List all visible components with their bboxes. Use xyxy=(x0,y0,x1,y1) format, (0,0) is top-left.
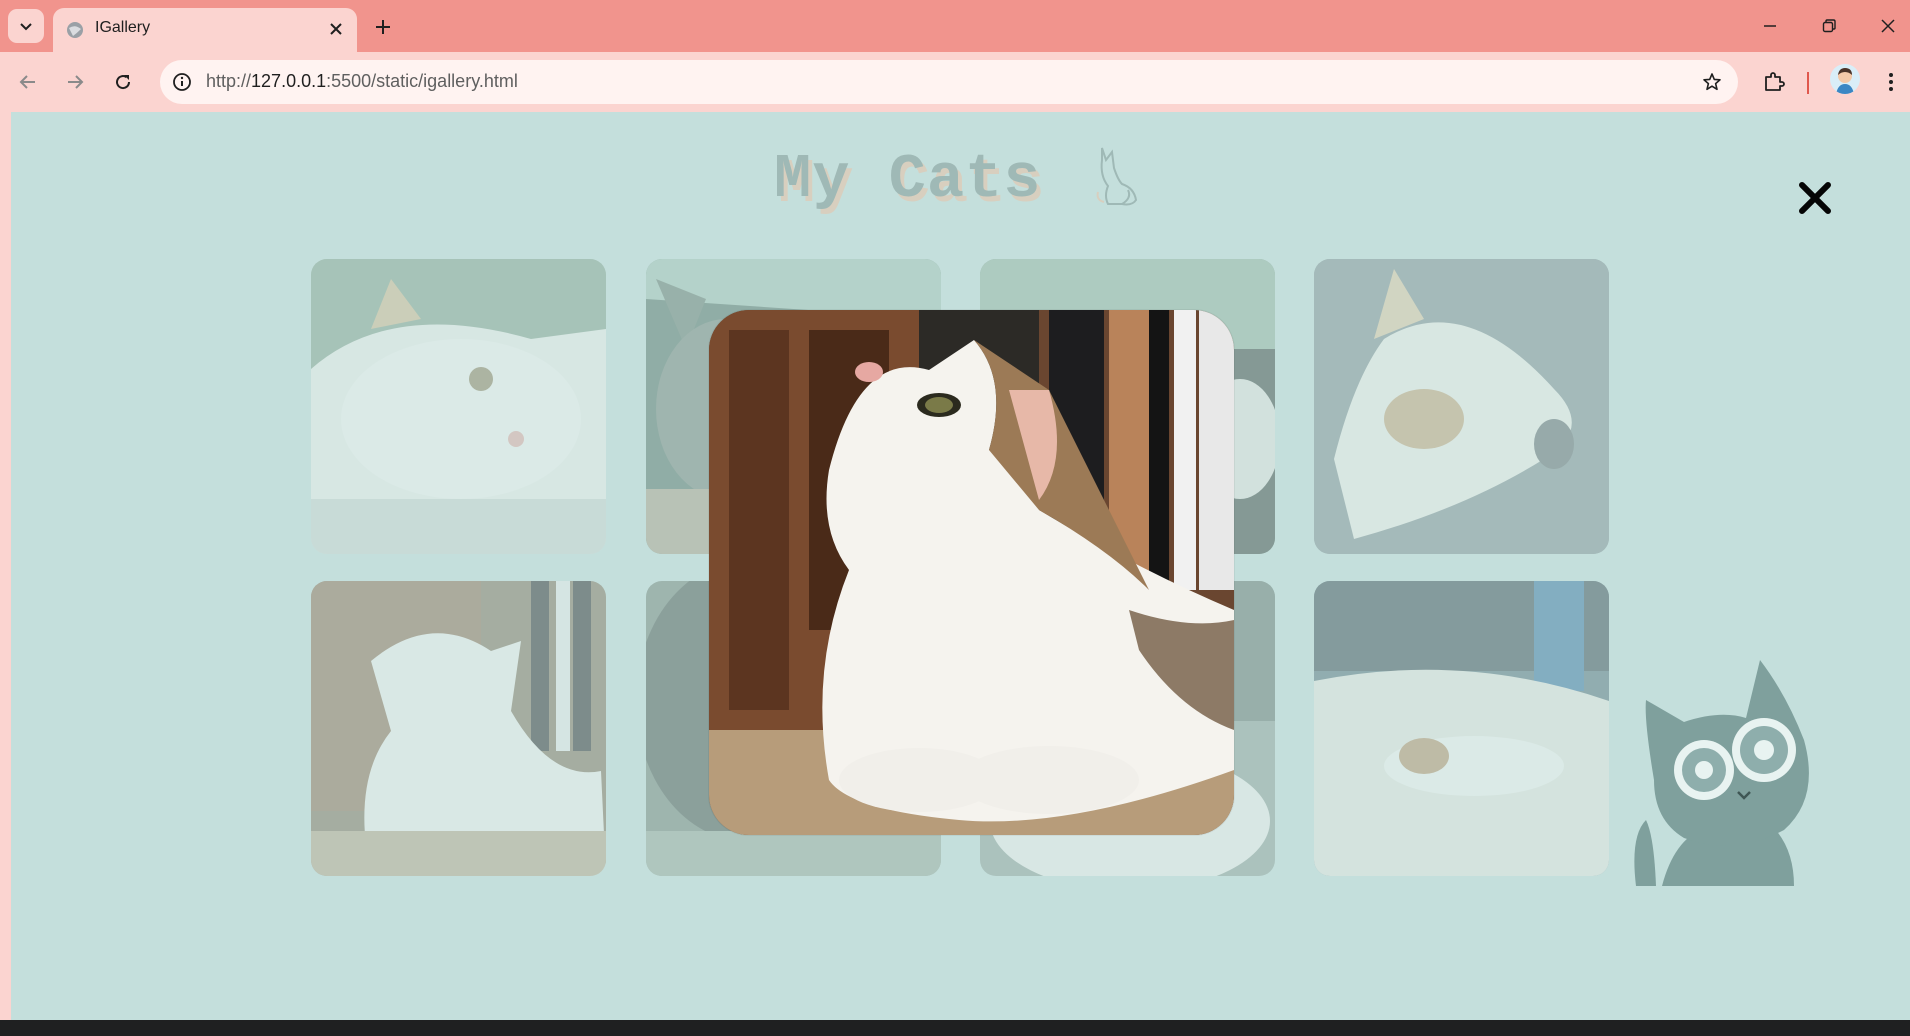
back-button[interactable] xyxy=(10,64,46,100)
bookmark-button[interactable] xyxy=(1698,68,1726,96)
cat-photo-image xyxy=(1314,259,1609,554)
cat-photo-image xyxy=(311,581,606,876)
plus-icon xyxy=(376,20,390,34)
url-host: 127.0.0.1 xyxy=(251,71,327,91)
address-bar[interactable]: http://127.0.0.1:5500/static/igallery.ht… xyxy=(160,60,1738,104)
chevron-down-icon xyxy=(20,23,32,31)
close-icon xyxy=(330,23,342,35)
arrow-left-icon xyxy=(19,75,35,89)
close-icon xyxy=(1881,19,1895,33)
gallery-photo[interactable] xyxy=(311,259,606,554)
tab-close-button[interactable] xyxy=(325,18,347,40)
minimize-button[interactable] xyxy=(1748,8,1792,44)
gallery-photo[interactable] xyxy=(311,581,606,876)
new-tab-button[interactable] xyxy=(368,12,398,42)
gallery-photo[interactable] xyxy=(1314,259,1609,554)
minimize-icon xyxy=(1764,25,1776,27)
toolbar-divider xyxy=(1807,72,1809,94)
avatar-icon xyxy=(1836,68,1854,94)
reload-button[interactable] xyxy=(105,64,141,100)
tab-strip: IGallery xyxy=(0,0,1910,52)
kebab-menu-icon xyxy=(1889,73,1893,91)
restore-button[interactable] xyxy=(1807,8,1851,44)
cat-photo-image xyxy=(311,259,606,554)
tab-search-button[interactable] xyxy=(8,9,44,43)
cat-photo-image xyxy=(709,310,1234,835)
extensions-button[interactable] xyxy=(1756,64,1792,100)
info-icon xyxy=(173,73,191,91)
star-icon xyxy=(1703,73,1721,91)
arrow-right-icon xyxy=(68,75,84,89)
lightbox-photo[interactable] xyxy=(709,310,1234,835)
globe-icon xyxy=(67,22,83,38)
site-info-button[interactable] xyxy=(166,66,198,98)
page-left-edge xyxy=(0,112,11,1020)
forward-button[interactable] xyxy=(57,64,93,100)
gallery-photo[interactable] xyxy=(1314,581,1609,876)
restore-icon xyxy=(1822,19,1836,33)
close-lightbox-button[interactable] xyxy=(1797,180,1833,216)
url-path: :5500/static/igallery.html xyxy=(326,71,518,91)
browser-tab[interactable]: IGallery xyxy=(53,8,357,52)
gallery-page: My Cats xyxy=(0,112,1910,1020)
cat-outline-icon xyxy=(1096,147,1138,206)
url-text: http://127.0.0.1:5500/static/igallery.ht… xyxy=(206,71,518,92)
reload-icon xyxy=(116,75,131,90)
profile-avatar-button[interactable] xyxy=(1830,64,1860,94)
url-scheme: http:// xyxy=(206,71,252,91)
browser-menu-button[interactable] xyxy=(1873,64,1909,100)
close-window-button[interactable] xyxy=(1866,8,1910,44)
puzzle-icon xyxy=(1765,72,1785,91)
tab-title: IGallery xyxy=(95,19,151,36)
page-title: My Cats xyxy=(774,144,1042,215)
cat-photo-image xyxy=(1314,581,1609,876)
cat-mascot-illustration xyxy=(1634,660,1809,886)
os-taskbar xyxy=(0,1020,1910,1036)
browser-toolbar: http://127.0.0.1:5500/static/igallery.ht… xyxy=(0,52,1910,112)
